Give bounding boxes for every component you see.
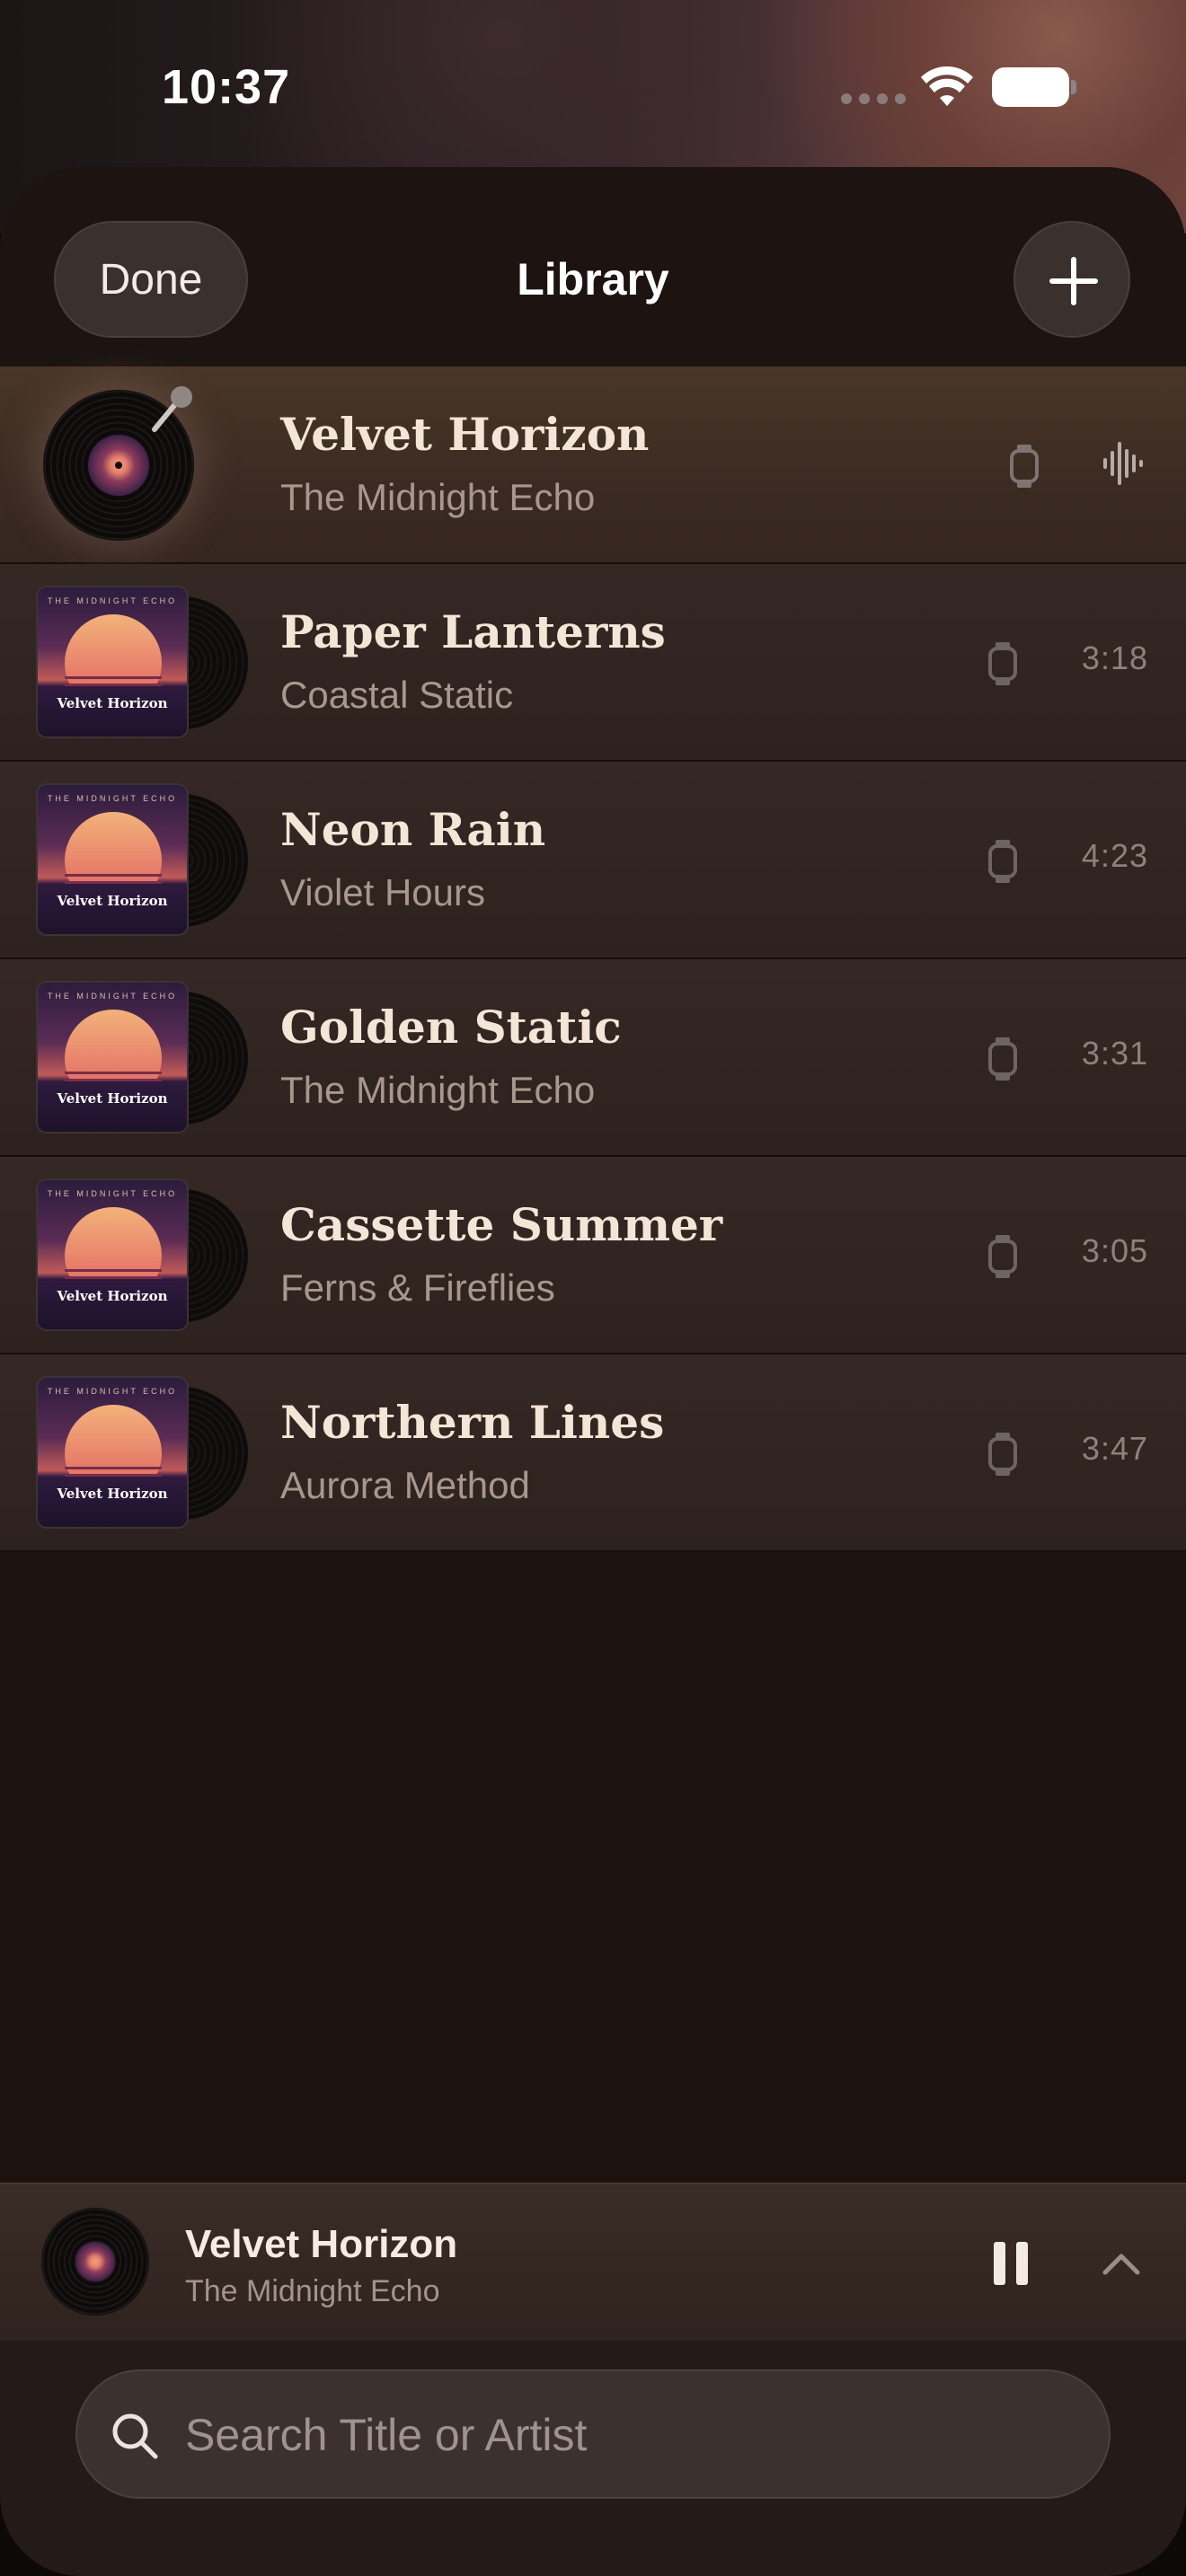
album-art: THE MIDNIGHT ECHO Velvet Horizon bbox=[36, 586, 248, 742]
waveform-icon bbox=[1103, 442, 1143, 485]
album-cover: THE MIDNIGHT ECHO Velvet Horizon bbox=[36, 1178, 189, 1331]
song-row[interactable]: Velvet Horizon The Midnight Echo bbox=[0, 366, 1186, 564]
album-cover: THE MIDNIGHT ECHO Velvet Horizon bbox=[36, 1376, 189, 1529]
search-input[interactable] bbox=[183, 2371, 1067, 2499]
song-title: Velvet Horizon bbox=[280, 408, 650, 461]
watch-icon[interactable] bbox=[988, 1037, 1017, 1081]
song-artist: The Midnight Echo bbox=[280, 476, 596, 518]
battery-icon bbox=[992, 67, 1076, 107]
song-list: Velvet Horizon The Midnight Echo THE MID… bbox=[0, 366, 1186, 1552]
song-row[interactable]: THE MIDNIGHT ECHO Velvet Horizon Golden … bbox=[0, 959, 1186, 1157]
chevron-up-icon[interactable] bbox=[1102, 2251, 1141, 2278]
song-row[interactable]: THE MIDNIGHT ECHO Velvet Horizon Neon Ra… bbox=[0, 762, 1186, 959]
mini-player-title: Velvet Horizon bbox=[185, 2222, 458, 2266]
song-title: Golden Static bbox=[280, 1001, 622, 1054]
album-cover-title: Velvet Horizon bbox=[57, 1288, 168, 1304]
mini-player[interactable]: Velvet Horizon The Midnight Echo bbox=[0, 2183, 1186, 2341]
song-artist: Ferns & Fireflies bbox=[280, 1266, 555, 1309]
mini-player-artist: The Midnight Echo bbox=[185, 2274, 440, 2308]
song-duration: 3:47 bbox=[1081, 1430, 1148, 1467]
cellular-signal-icon bbox=[841, 93, 906, 104]
album-art: THE MIDNIGHT ECHO Velvet Horizon bbox=[36, 1376, 248, 1532]
status-time: 10:37 bbox=[162, 60, 291, 114]
song-title: Northern Lines bbox=[280, 1396, 665, 1449]
album-cover: THE MIDNIGHT ECHO Velvet Horizon bbox=[36, 981, 189, 1134]
album-cover-artist: THE MIDNIGHT ECHO bbox=[47, 596, 178, 605]
album-art: THE MIDNIGHT ECHO Velvet Horizon bbox=[36, 981, 248, 1137]
song-duration: 3:18 bbox=[1081, 640, 1148, 676]
song-duration: 3:31 bbox=[1081, 1035, 1148, 1072]
song-artist: The Midnight Echo bbox=[280, 1069, 596, 1111]
album-cover: THE MIDNIGHT ECHO Velvet Horizon bbox=[36, 783, 189, 936]
watch-icon[interactable] bbox=[988, 641, 1017, 686]
album-art: THE MIDNIGHT ECHO Velvet Horizon bbox=[36, 783, 248, 940]
song-title: Paper Lanterns bbox=[280, 605, 666, 658]
album-cover: THE MIDNIGHT ECHO Velvet Horizon bbox=[36, 586, 189, 738]
album-cover-artist: THE MIDNIGHT ECHO bbox=[47, 794, 178, 803]
plus-icon bbox=[1049, 257, 1098, 305]
song-title: Neon Rain bbox=[280, 803, 546, 856]
add-button[interactable] bbox=[1013, 221, 1130, 338]
song-duration: 3:05 bbox=[1081, 1232, 1148, 1269]
album-cover-title: Velvet Horizon bbox=[57, 695, 168, 711]
wifi-icon bbox=[921, 66, 973, 106]
tonearm-icon bbox=[152, 386, 192, 432]
library-sheet: Done Library Velvet Horizon The Midnight… bbox=[0, 167, 1186, 2576]
album-art: THE MIDNIGHT ECHO Velvet Horizon bbox=[36, 1178, 248, 1335]
search-icon bbox=[112, 2413, 158, 2459]
song-artist: Coastal Static bbox=[280, 674, 514, 716]
vinyl-record-icon bbox=[41, 2208, 149, 2316]
song-duration: 4:23 bbox=[1081, 837, 1148, 874]
search-field[interactable] bbox=[75, 2369, 1111, 2499]
song-row[interactable]: THE MIDNIGHT ECHO Velvet Horizon Paper L… bbox=[0, 564, 1186, 762]
song-artist: Aurora Method bbox=[280, 1464, 530, 1506]
album-cover-title: Velvet Horizon bbox=[57, 1486, 168, 1502]
header: Done Library bbox=[0, 167, 1186, 366]
album-cover-artist: THE MIDNIGHT ECHO bbox=[47, 992, 178, 1001]
album-cover-title: Velvet Horizon bbox=[57, 1090, 168, 1107]
watch-icon[interactable] bbox=[988, 1432, 1017, 1477]
album-cover-artist: THE MIDNIGHT ECHO bbox=[47, 1387, 178, 1396]
song-title: Cassette Summer bbox=[280, 1198, 723, 1251]
song-row[interactable]: THE MIDNIGHT ECHO Velvet Horizon Norther… bbox=[0, 1354, 1186, 1552]
song-row[interactable]: THE MIDNIGHT ECHO Velvet Horizon Cassett… bbox=[0, 1157, 1186, 1354]
pause-button[interactable] bbox=[994, 2242, 1028, 2285]
album-cover-artist: THE MIDNIGHT ECHO bbox=[47, 1189, 178, 1198]
watch-icon[interactable] bbox=[988, 1234, 1017, 1279]
watch-icon[interactable] bbox=[988, 839, 1017, 884]
watch-icon[interactable] bbox=[1010, 444, 1039, 489]
song-artist: Violet Hours bbox=[280, 871, 486, 913]
album-cover-title: Velvet Horizon bbox=[57, 893, 168, 909]
page-title: Library bbox=[517, 254, 669, 304]
